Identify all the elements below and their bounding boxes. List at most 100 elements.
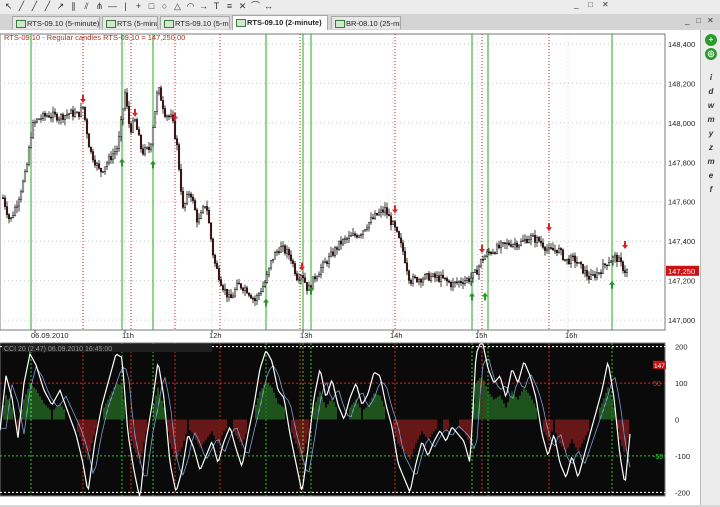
candle-body [11,215,15,218]
tab-4[interactable]: BR-08.10 (25-minute) [331,16,401,29]
ray-tool[interactable]: ╱ [29,1,40,12]
candle-body [525,238,529,244]
candle-body [43,113,47,117]
candle-body [71,109,75,117]
candle-body [497,244,501,249]
candle-body [529,235,533,241]
candle-body [175,138,179,145]
green-circle-icon[interactable]: + [705,34,717,46]
candle-body [277,251,281,253]
candle-body [405,262,409,272]
candle-body [595,272,599,278]
minimize-button[interactable]: _ [574,0,578,9]
sidebar-item-10[interactable]: f [705,184,717,196]
candle-body [281,245,285,248]
close-button[interactable]: ✕ [602,0,609,9]
candle-body [479,258,483,267]
triangle-tool[interactable]: △ [172,1,183,12]
candle-body [587,275,591,280]
candle-body [367,222,371,229]
sidebar-item-7[interactable]: z [705,142,717,154]
candle-body [193,200,197,211]
candle-body [425,273,429,275]
sidebar-item-3[interactable]: d [705,86,717,98]
sidebar-item-8[interactable]: m [705,156,717,168]
candle-body [359,234,363,236]
candle-body [531,235,535,237]
gann-tool[interactable]: ✕ [237,1,248,12]
candle-body [65,114,69,116]
measure-tool[interactable]: ↔ [263,1,274,12]
line-tool[interactable]: ╱ [16,1,27,12]
tab-3[interactable]: RTS-09.10 (2-minute) [232,15,328,30]
green-target-icon[interactable]: ◎ [705,48,717,60]
minimize-button[interactable]: _ [685,16,689,25]
candle-body [105,162,109,168]
extended-line-tool[interactable]: ╱ [42,1,53,12]
candle-body [151,127,155,145]
close-button[interactable]: ✕ [707,16,714,25]
ellipse-tool[interactable]: ○ [159,1,170,12]
candle-body [609,260,613,263]
candle-body [433,273,437,278]
rectangle-tool[interactable]: □ [146,1,157,12]
cycle-tool[interactable]: ⌒ [250,1,261,12]
tab-0[interactable]: RTS-09.10 (5-minute) [12,16,100,29]
maximize-button[interactable]: □ [588,0,593,9]
candle-body [27,147,31,165]
candle-body [443,277,447,280]
candle-body [475,269,479,275]
vertical-line-tool[interactable]: | [120,1,131,12]
text-tool[interactable]: T [211,1,222,12]
arrow-tool[interactable]: → [198,1,209,12]
candle-body [129,123,133,133]
candle-body [335,247,339,250]
tab-1[interactable]: RTS (5-minute) [102,16,158,29]
arrow-line-tool[interactable]: ↗ [55,1,66,12]
candle-body [103,166,107,172]
candle-body [411,276,415,284]
candle-body [99,168,103,173]
sidebar-item-4[interactable]: w [705,100,717,112]
candle-body [15,205,19,208]
maximize-button[interactable]: □ [696,16,701,25]
candle-body [403,251,407,263]
candle-body [347,235,351,239]
parallel-lines-tool[interactable]: ∥ [68,1,79,12]
candle-body [107,156,111,164]
chart-tab-icon [16,20,26,28]
candle-body [75,111,79,114]
sidebar-item-6[interactable]: y [705,128,717,140]
candle-body [503,242,507,245]
candle-body [87,133,91,148]
horizontal-line-tool[interactable]: — [107,1,118,12]
chart-canvas[interactable]: 148,400 148,200 148,000 147,800 147,600 147,4… [0,30,700,505]
candle-body [237,282,241,285]
candle-body [339,240,343,245]
sidebar-item-9[interactable]: e [705,170,717,182]
candle-body [345,238,349,240]
pitchfork-tool[interactable]: ⋔ [94,1,105,12]
tab-2[interactable]: RTS-09.10 (5-minute) [160,16,230,29]
candle-body [255,295,259,301]
candle-body [299,275,303,280]
fibonacci-tool[interactable]: ≡ [224,1,235,12]
candle-body [227,294,231,298]
candle-body [621,261,625,271]
channel-tool[interactable]: ⫽ [81,1,92,12]
sidebar-item-2[interactable]: i [705,72,717,84]
cross-line-tool[interactable]: + [133,1,144,12]
candle-body [317,274,321,278]
candle-body [1,197,5,200]
candle-body [607,262,611,266]
candle-body [225,288,229,298]
candle-body [611,256,615,262]
candle-body [351,233,355,236]
sidebar-item-5[interactable]: m [705,114,717,126]
candle-body [117,136,121,149]
tab-label: RTS (5-minute) [117,19,157,28]
candle-body [579,262,583,265]
arc-tool[interactable]: ◠ [185,1,196,12]
pointer-tool[interactable]: ↖ [3,1,14,12]
candle-body [57,118,61,121]
